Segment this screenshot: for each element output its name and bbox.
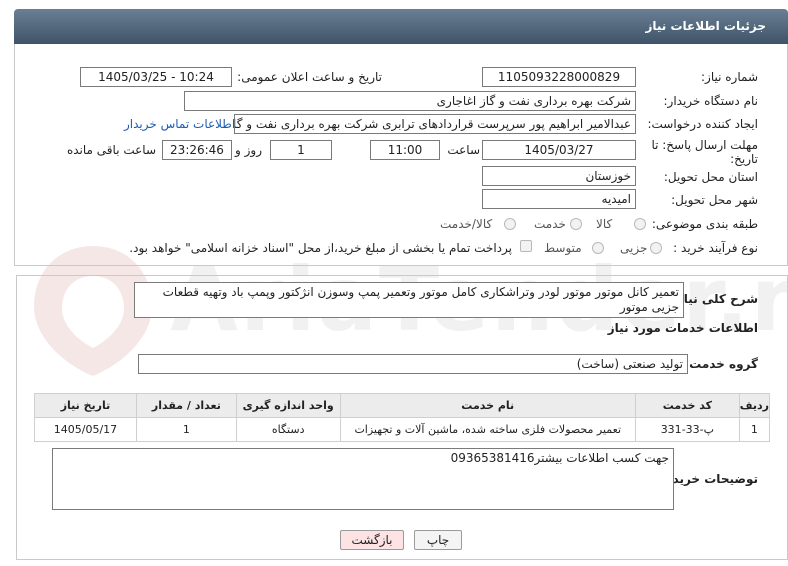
details-panel xyxy=(16,275,788,560)
need-info-panel xyxy=(14,44,788,266)
page-title: جزئیات اطلاعات نیاز xyxy=(645,19,766,33)
header-bar: جزئیات اطلاعات نیاز xyxy=(14,9,788,44)
